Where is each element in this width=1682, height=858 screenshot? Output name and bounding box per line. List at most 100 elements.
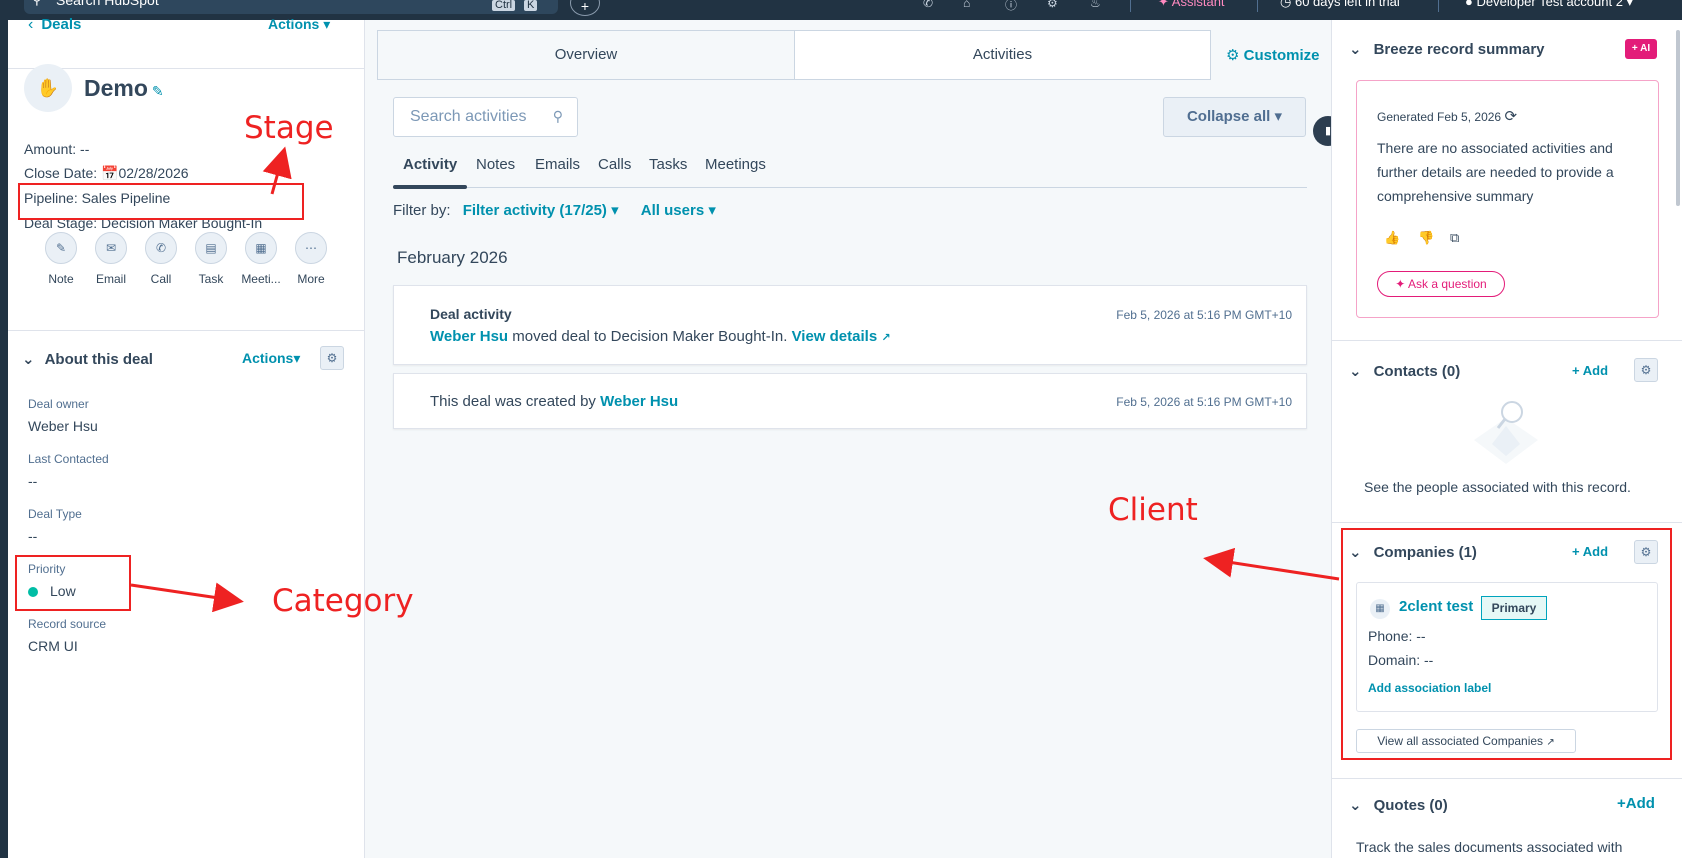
generated-date: Generated Feb 5, 2026 ⟳ bbox=[1377, 107, 1517, 125]
quick-action-call[interactable]: ✆ Call bbox=[138, 232, 184, 286]
companies-section-toggle[interactable]: ⌄ Companies (1) bbox=[1349, 543, 1477, 561]
divider bbox=[1332, 522, 1682, 523]
gear-icon: ⚙ bbox=[1226, 47, 1240, 64]
shortcut-key-k: K bbox=[524, 0, 538, 11]
top-nav-bar: ⚲ Search HubSpot Ctrl K + ✆ ⌂ ⓘ ⚙ ♨ ✦ As… bbox=[0, 0, 1682, 20]
divider bbox=[1257, 0, 1258, 12]
thumbs-up-icon[interactable]: 👍 bbox=[1384, 230, 1400, 246]
phone-icon[interactable]: ✆ bbox=[923, 0, 933, 10]
contacts-settings-gear-icon[interactable]: ⚙ bbox=[1634, 358, 1658, 382]
thumbs-down-icon[interactable]: 👎 bbox=[1418, 230, 1434, 246]
chevron-down-icon: ⌄ bbox=[1349, 797, 1362, 814]
edit-pencil-icon[interactable]: ✎ bbox=[152, 83, 164, 99]
collapse-all-button[interactable]: Collapse all ▾ bbox=[1163, 97, 1306, 137]
search-activities-input[interactable]: Search activities ⚲ bbox=[393, 97, 578, 137]
marketplace-icon[interactable]: ⌂ bbox=[963, 0, 970, 10]
quick-action-task[interactable]: ▤ Task bbox=[188, 232, 234, 286]
summary-text: There are no associated activities and f… bbox=[1377, 140, 1614, 204]
subtab-emails[interactable]: Emails bbox=[535, 156, 580, 173]
create-new-button[interactable]: + bbox=[570, 0, 600, 16]
add-company-button[interactable]: + Add bbox=[1572, 544, 1608, 559]
search-icon: ⚲ bbox=[32, 0, 42, 8]
activity-title: Deal activity bbox=[430, 306, 512, 322]
about-section-title: About this deal bbox=[44, 351, 153, 368]
quick-action-note[interactable]: ✎ Note bbox=[38, 232, 84, 286]
subtab-tasks[interactable]: Tasks bbox=[649, 156, 687, 173]
activity-text: This deal was created by bbox=[430, 393, 601, 410]
all-users-dropdown[interactable]: All users ▾ bbox=[641, 202, 716, 219]
quick-action-label: More bbox=[297, 272, 325, 286]
copy-icon[interactable]: ⧉ bbox=[1450, 230, 1459, 246]
trial-status[interactable]: ◷ 60 days left in trial bbox=[1280, 0, 1400, 10]
subtab-notes[interactable]: Notes bbox=[476, 156, 515, 173]
close-date-property[interactable]: Close Date: 📅02/28/2026 bbox=[24, 165, 189, 182]
back-to-deals-label: Deals bbox=[41, 16, 82, 33]
add-contact-button[interactable]: + Add bbox=[1572, 363, 1608, 378]
last-contacted-value[interactable]: -- bbox=[28, 473, 37, 489]
deal-owner-value[interactable]: Weber Hsu bbox=[28, 418, 98, 434]
activity-card-created[interactable]: This deal was created by Weber Hsu Feb 5… bbox=[393, 373, 1307, 429]
filter-activity-dropdown[interactable]: Filter activity (17/25) ▾ bbox=[463, 202, 619, 219]
ask-question-button[interactable]: ✦ Ask a question bbox=[1377, 271, 1505, 297]
subtab-calls[interactable]: Calls bbox=[598, 156, 631, 173]
customize-label: Customize bbox=[1243, 47, 1320, 64]
quick-action-label: Meeti... bbox=[241, 272, 281, 286]
subtab-activity[interactable]: Activity bbox=[403, 156, 457, 173]
amount-property[interactable]: Amount: -- bbox=[24, 141, 89, 157]
contacts-section-toggle[interactable]: ⌄ Contacts (0) bbox=[1349, 362, 1460, 380]
refresh-icon[interactable]: ⟳ bbox=[1504, 108, 1517, 125]
help-icon[interactable]: ⓘ bbox=[1005, 0, 1017, 13]
account-menu[interactable]: ● Developer Test account 2 ▾ bbox=[1465, 0, 1633, 10]
add-company-label: Add bbox=[1582, 544, 1609, 559]
scrollbar[interactable] bbox=[1676, 30, 1680, 206]
summary-section-toggle[interactable]: ⌄ Breeze record summary bbox=[1349, 40, 1545, 58]
about-actions-dropdown[interactable]: Actions▾ bbox=[242, 350, 300, 367]
empty-contacts-illustration-icon bbox=[1474, 401, 1538, 464]
activity-timestamp: Feb 5, 2026 at 5:16 PM GMT+10 bbox=[1116, 395, 1292, 409]
quick-action-more[interactable]: ⋯ More bbox=[288, 232, 334, 286]
quotes-section-toggle[interactable]: ⌄ Quotes (0) bbox=[1349, 796, 1448, 814]
client-annotation: Client bbox=[1108, 492, 1198, 528]
shortcut-key-ctrl: Ctrl bbox=[492, 0, 516, 11]
more-ellipsis-icon: ⋯ bbox=[295, 232, 327, 264]
companies-settings-gear-icon[interactable]: ⚙ bbox=[1634, 540, 1658, 564]
record-title: Demo ✎ bbox=[84, 75, 164, 102]
quick-action-label: Email bbox=[95, 272, 126, 286]
subtab-meetings[interactable]: Meetings bbox=[705, 156, 766, 173]
add-association-label-link[interactable]: Add association label bbox=[1368, 681, 1491, 695]
quick-action-email[interactable]: ✉ Email bbox=[88, 232, 134, 286]
divider bbox=[1332, 340, 1682, 341]
settings-gear-icon[interactable]: ⚙ bbox=[1047, 0, 1058, 10]
record-source-value[interactable]: CRM UI bbox=[28, 638, 78, 654]
quotes-section-title: Quotes (0) bbox=[1373, 797, 1448, 814]
view-all-companies-button[interactable]: View all associated Companies ↗ bbox=[1356, 729, 1576, 753]
company-name-link[interactable]: 2clent test bbox=[1399, 598, 1473, 615]
field-label: Last Contacted bbox=[28, 452, 109, 466]
notifications-bell-icon[interactable]: ♨ bbox=[1090, 0, 1101, 10]
record-actions-dropdown[interactable]: Actions ▾ bbox=[268, 16, 330, 33]
caret-down-icon: ▾ bbox=[1274, 108, 1283, 125]
deal-type-value[interactable]: -- bbox=[28, 528, 37, 544]
primary-badge: Primary bbox=[1481, 596, 1547, 620]
actor-link[interactable]: Weber Hsu bbox=[430, 328, 508, 345]
back-to-deals-link[interactable]: ‹ Deals bbox=[28, 16, 81, 34]
quick-action-label: Task bbox=[198, 272, 224, 286]
customize-button[interactable]: ⚙ Customize bbox=[1226, 46, 1319, 64]
filter-bar: Filter by: Filter activity (17/25) ▾ All… bbox=[393, 201, 716, 219]
add-quote-button[interactable]: +Add bbox=[1617, 795, 1655, 812]
divider bbox=[1438, 0, 1439, 12]
quick-action-meeting[interactable]: ▦ Meeti... bbox=[238, 232, 284, 286]
tab-overview[interactable]: Overview bbox=[378, 31, 794, 79]
about-settings-gear-icon[interactable]: ⚙ bbox=[320, 346, 344, 370]
activity-card-deal[interactable]: Deal activity Weber Hsu moved deal to De… bbox=[393, 285, 1307, 365]
view-details-link[interactable]: View details ↗ bbox=[792, 328, 891, 345]
assistant-button[interactable]: ✦ Assistant bbox=[1158, 0, 1225, 10]
quick-action-label: Call bbox=[150, 272, 172, 286]
ask-question-label: Ask a question bbox=[1408, 277, 1487, 291]
global-search-input[interactable]: ⚲ Search HubSpot bbox=[24, 0, 558, 14]
company-phone: Phone: -- bbox=[1368, 628, 1426, 644]
tab-activities[interactable]: Activities bbox=[794, 31, 1210, 79]
actor-link[interactable]: Weber Hsu bbox=[600, 393, 678, 410]
filter-label: Filter by: bbox=[393, 202, 451, 219]
about-section-toggle[interactable]: ⌄ About this deal bbox=[22, 350, 153, 368]
